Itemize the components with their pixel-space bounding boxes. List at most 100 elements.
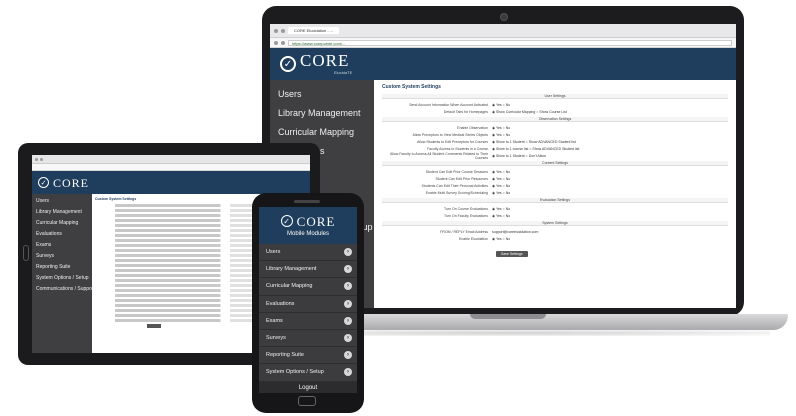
- menu-item-label: Curricular Mapping: [266, 283, 313, 290]
- setting-value[interactable]: ◉ Yes ○ No: [492, 237, 510, 241]
- address-bar[interactable]: https://www.corepointe.com/...: [288, 39, 732, 46]
- chevron-right-icon: ›: [344, 282, 352, 291]
- menu-item-system-options-setup[interactable]: System Options / Setup ›: [259, 364, 357, 382]
- chevron-right-icon: ›: [344, 299, 352, 308]
- setting-value[interactable]: ◉ Show to 1 course list ○ Show ADVANCED …: [492, 147, 579, 151]
- settings-row: Enable Observation ◉ Yes ○ No: [382, 124, 728, 131]
- menu-item-exams[interactable]: Exams ›: [259, 313, 357, 330]
- menu-item-label: Evaluations: [266, 300, 295, 307]
- settings-row: Default Tabs for Homepages ◉ Show Curricu…: [382, 108, 728, 115]
- window-control-icon[interactable]: [35, 157, 38, 161]
- sidebar-item-evaluations[interactable]: Evaluations: [32, 229, 92, 240]
- save-settings-button[interactable]: Save Settings: [496, 251, 528, 257]
- settings-section-header: Evaluation Settings: [382, 198, 728, 203]
- menu-item-label: Surveys: [266, 335, 286, 342]
- laptop-browser-tabbar: CORE Elucidation - ...: [270, 24, 736, 38]
- settings-section-header: Content Settings: [382, 161, 728, 166]
- tablet-logo[interactable]: CORE: [53, 177, 89, 189]
- logo-brand: CORE: [300, 51, 350, 70]
- chevron-right-icon: ›: [344, 248, 352, 257]
- menu-item-label: System Options / Setup: [266, 369, 324, 376]
- setting-value[interactable]: ◉ Yes ○ No: [492, 177, 510, 181]
- laptop-logo[interactable]: CORE ElucidaTE: [296, 51, 352, 75]
- menu-item-curricular-mapping[interactable]: Curricular Mapping ›: [259, 278, 357, 296]
- settings-row: Enable Elucidation ◉ Yes ○ No: [382, 235, 728, 242]
- settings-row: Student Can Edit Prior Resources ◉ Yes ○ …: [382, 175, 728, 182]
- settings-row: Send Account Information When Account Ac…: [382, 101, 728, 108]
- sidebar-item-communications-support[interactable]: Communications / Support: [32, 284, 92, 295]
- setting-label: Student Can Edit Prior Course Sessions: [425, 169, 488, 174]
- window-control-icon[interactable]: [281, 28, 285, 33]
- phone-subtitle: Mobile Modules: [286, 230, 330, 237]
- logout-button[interactable]: Logout: [259, 381, 357, 393]
- window-control-icon[interactable]: [40, 157, 43, 161]
- window-control-icon[interactable]: [274, 28, 278, 33]
- back-icon[interactable]: [274, 40, 278, 45]
- setting-value[interactable]: ◉ Show to 1 Student ○ Don't Allow: [492, 154, 546, 158]
- settings-row: Student Can Edit Prior Course Sessions ◉ …: [382, 168, 728, 175]
- setting-value[interactable]: ◉ Yes ○ No: [492, 191, 510, 195]
- phone-speaker: [294, 200, 320, 203]
- settings-row: FROM / REPLY Email Address support@coreel…: [382, 228, 728, 235]
- sidebar-item-users[interactable]: Users: [32, 196, 92, 207]
- browser-tab[interactable]: CORE Elucidation - ...: [288, 27, 340, 34]
- laptop-notch: [470, 314, 546, 319]
- setting-value[interactable]: ◉ Yes ○ No: [492, 126, 510, 130]
- menu-item-users[interactable]: Users ›: [259, 244, 357, 262]
- setting-label: Turn On Faculty Evaluations: [443, 213, 488, 218]
- chevron-right-icon: ›: [344, 334, 352, 343]
- menu-item-library-management[interactable]: Library Management ›: [259, 261, 357, 279]
- check-circle-icon: ✓: [280, 56, 296, 72]
- check-circle-icon: ✓: [280, 215, 293, 227]
- laptop-camera: [500, 13, 508, 21]
- sidebar-item-curricular-mapping[interactable]: Curricular Mapping: [270, 122, 374, 141]
- tablet-browser-bar: [32, 155, 310, 164]
- sidebar-item-system-options-setup[interactable]: System Options / Setup: [32, 273, 92, 284]
- sidebar-item-curricular-mapping[interactable]: Curricular Mapping: [32, 218, 92, 229]
- chevron-right-icon: ›: [344, 265, 352, 274]
- phone-menu: Users › Library Management › Curricular Mapp…: [259, 244, 357, 382]
- setting-label: Enable Observation: [457, 125, 488, 130]
- setting-label: Default Tabs for Homepages: [443, 109, 488, 114]
- sidebar-item-reporting-suite[interactable]: Reporting Suite: [32, 262, 92, 273]
- chevron-right-icon: ›: [344, 368, 352, 377]
- settings-row: Allow Students to Edit Preceptors for Co…: [382, 138, 728, 145]
- laptop-app-header: ✓ CORE ElucidaTE: [270, 48, 736, 80]
- forward-icon[interactable]: [281, 40, 285, 45]
- phone-app-header: ✓ CORE Mobile Modules: [259, 207, 357, 244]
- laptop-settings-panel: Custom System Settings User Settings Send…: [374, 80, 736, 308]
- setting-value[interactable]: ◉ Show to 1 Student ○ Show ADVANCED Stud…: [492, 140, 576, 144]
- phone-home-button[interactable]: [298, 396, 316, 406]
- save-settings-button[interactable]: [147, 324, 161, 328]
- menu-item-label: Exams: [266, 317, 283, 324]
- sidebar-item-library-management[interactable]: Library Management: [32, 207, 92, 218]
- setting-value[interactable]: ◉ Yes ○ No: [492, 170, 510, 174]
- settings-row: Students Can Edit Their Personal Activit…: [382, 182, 728, 189]
- setting-label: Student Can Edit Prior Resources: [435, 176, 488, 181]
- setting-value[interactable]: ◉ Yes ○ No: [492, 207, 510, 211]
- menu-item-evaluations[interactable]: Evaluations ›: [259, 296, 357, 313]
- setting-label: Allow Students to Edit Preceptors for Co…: [416, 139, 488, 144]
- laptop-address-row: https://www.corepointe.com/...: [270, 38, 736, 48]
- setting-value[interactable]: ◉ Yes ○ No: [492, 133, 510, 137]
- sidebar-item-surveys[interactable]: Surveys: [32, 251, 92, 262]
- setting-value[interactable]: ◉ Yes ○ No: [492, 184, 510, 188]
- sidebar-item-library-management[interactable]: Library Management: [270, 103, 374, 122]
- settings-row: Allow Faculty to Access All Student Comm…: [382, 152, 728, 160]
- sidebar-item-users[interactable]: Users: [270, 84, 374, 103]
- phone-logo[interactable]: ✓ CORE: [280, 215, 336, 228]
- tablet-address-bar[interactable]: [32, 164, 310, 171]
- setting-value[interactable]: ◉ Show Curricular Mapping ○ Show Course …: [492, 110, 567, 114]
- setting-label: Send Account Information When Account Ac…: [409, 102, 488, 107]
- setting-value[interactable]: ◉ Yes ○ No: [492, 214, 510, 218]
- setting-label: Students Can Edit Their Personal Activit…: [421, 183, 488, 188]
- tablet-home-button[interactable]: [23, 245, 29, 261]
- setting-value[interactable]: ◉ Yes ○ No: [492, 103, 510, 107]
- setting-label: Turn On Course Evaluations: [443, 206, 488, 211]
- menu-item-label: Reporting Suite: [266, 352, 304, 359]
- settings-section-header: User Settings: [382, 94, 728, 99]
- sidebar-item-exams[interactable]: Exams: [32, 240, 92, 251]
- setting-value[interactable]: support@coreelucidation.com: [492, 230, 538, 234]
- menu-item-surveys[interactable]: Surveys ›: [259, 330, 357, 348]
- menu-item-reporting-suite[interactable]: Reporting Suite ›: [259, 347, 357, 365]
